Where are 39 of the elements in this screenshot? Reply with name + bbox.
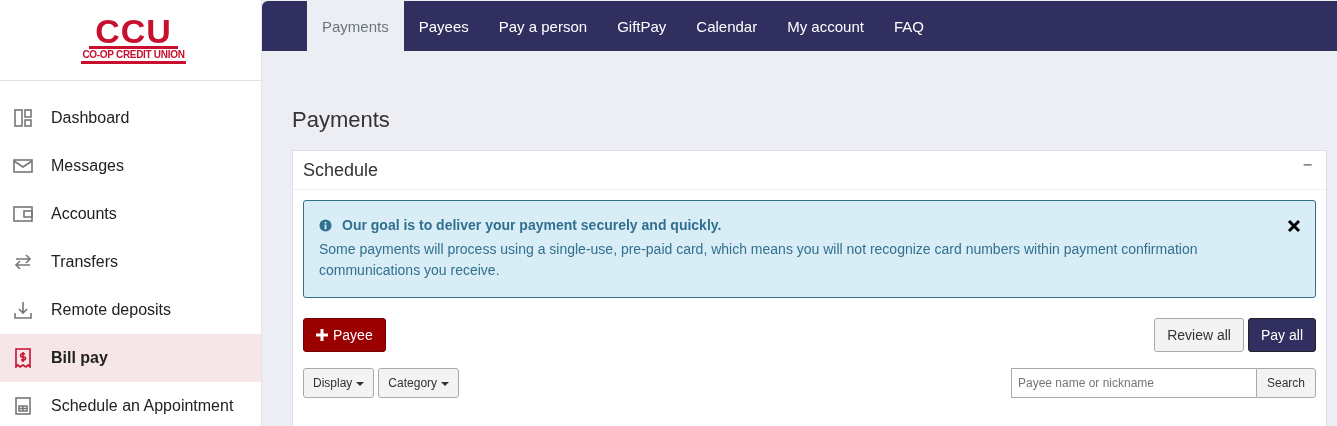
search-button[interactable]: Search <box>1255 368 1316 398</box>
sidebar-item[interactable]: Remote deposits <box>0 286 261 334</box>
sidebar-item[interactable]: Messages <box>0 142 261 190</box>
collapse-button[interactable]: − <box>1298 156 1316 174</box>
close-icon[interactable] <box>1287 219 1301 233</box>
dashboard-icon <box>13 108 33 128</box>
caret-icon <box>356 381 365 386</box>
caret-icon <box>441 381 450 386</box>
nav-tab[interactable]: GiftPay <box>602 1 682 51</box>
transfer-arrows-icon <box>13 252 33 272</box>
nav-tab[interactable]: My account <box>772 1 879 51</box>
sidebar-item[interactable]: Schedule an Appointment <box>0 382 261 426</box>
info-icon <box>319 218 332 232</box>
alert-heading: Our goal is to deliver your payment securely and quickly. <box>342 217 722 233</box>
download-icon <box>13 300 33 320</box>
sidebar-item[interactable]: Bill pay <box>0 334 261 382</box>
nav-tab[interactable]: Payments <box>307 1 404 51</box>
nav-tab[interactable]: Payees <box>403 1 484 51</box>
pay-all-button[interactable]: Pay all <box>1247 318 1316 352</box>
page-title: Payments <box>292 107 391 133</box>
wallet-icon <box>13 204 33 224</box>
sidebar-item[interactable]: Accounts <box>0 190 261 238</box>
filter-dropdown[interactable]: Display <box>303 368 375 398</box>
sidebar-item[interactable]: Dashboard <box>0 94 261 142</box>
nav-tab[interactable]: FAQ <box>878 1 939 51</box>
sidebar-item[interactable]: Transfers <box>0 238 261 286</box>
calendar-icon <box>13 396 33 416</box>
envelope-icon <box>13 156 33 176</box>
alert-message: Some payments will process using a single-use, pre-paid card, which means you will not recognize card numbers within payment confirmation communications you receive. <box>319 240 1199 280</box>
plus-icon <box>316 329 328 341</box>
nav-tab[interactable]: Calendar <box>681 1 773 51</box>
bill-icon <box>13 348 33 368</box>
logo: CCU CO-OP CREDIT UNION <box>81 16 186 64</box>
search-field[interactable]: Payee name or nickname <box>1010 368 1256 398</box>
review-all-button[interactable]: Review all <box>1154 318 1244 352</box>
add-payee-button[interactable]: Payee <box>303 318 386 352</box>
filter-dropdown[interactable]: Category <box>378 368 460 398</box>
nav-tab[interactable]: Pay a person <box>483 1 603 51</box>
panel-title: Schedule <box>303 159 379 181</box>
